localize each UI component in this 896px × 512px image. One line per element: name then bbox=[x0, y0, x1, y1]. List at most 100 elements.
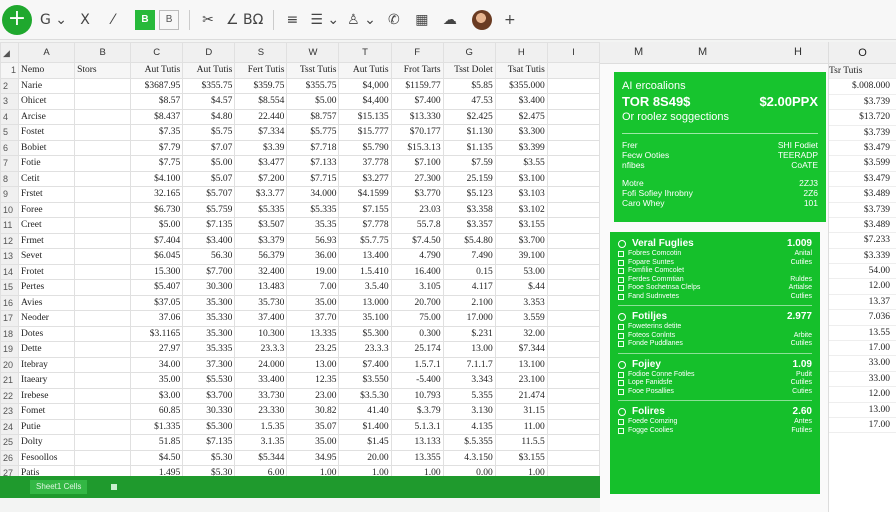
row-number[interactable]: 9 bbox=[0, 186, 20, 203]
cell-name[interactable]: Arcise bbox=[18, 108, 76, 125]
cell-store[interactable] bbox=[74, 418, 132, 435]
cell-name[interactable]: Dolty bbox=[18, 434, 76, 451]
cell-value[interactable]: 51.85 bbox=[130, 434, 184, 451]
side-cell[interactable]: $3.479 bbox=[829, 172, 896, 188]
cell-value[interactable]: 13.133 bbox=[390, 434, 444, 451]
cell-value[interactable]: $15.135 bbox=[338, 108, 392, 125]
cell-value[interactable]: 0.15 bbox=[442, 263, 496, 280]
column-header[interactable]: A bbox=[18, 42, 76, 63]
cell-value[interactable]: Tsst Dolet bbox=[442, 62, 496, 79]
row-header-corner[interactable]: ◢ bbox=[0, 42, 20, 63]
cell-value[interactable]: 3.1.35 bbox=[234, 434, 288, 451]
cell-empty[interactable] bbox=[546, 418, 601, 435]
cell-empty[interactable] bbox=[546, 217, 601, 234]
checkbox-icon[interactable] bbox=[618, 293, 624, 300]
cell-value[interactable]: 35.35 bbox=[286, 217, 340, 234]
column-header[interactable]: D bbox=[182, 42, 236, 63]
cell-value[interactable]: $3687.95 bbox=[130, 77, 184, 94]
cell-value[interactable]: 25.159 bbox=[442, 170, 496, 187]
cell-value[interactable]: $4.100 bbox=[130, 170, 184, 187]
cell-name[interactable]: Frstet bbox=[18, 186, 76, 203]
cell-value[interactable]: $1159.77 bbox=[390, 77, 444, 94]
cell-store[interactable] bbox=[74, 217, 132, 234]
cell-value[interactable]: $5.759 bbox=[182, 201, 236, 218]
cell-value[interactable]: 4.135 bbox=[442, 418, 496, 435]
cell-value[interactable]: $3.5.30 bbox=[338, 387, 392, 404]
column-header[interactable]: W bbox=[286, 42, 340, 63]
cell-name[interactable]: Ohicet bbox=[18, 93, 76, 110]
cell-value[interactable]: $3.357 bbox=[442, 217, 496, 234]
row-number[interactable]: 26 bbox=[0, 449, 20, 466]
column-header[interactable]: G bbox=[442, 42, 496, 63]
column-header[interactable]: C bbox=[130, 42, 184, 63]
cell-value[interactable]: $2.425 bbox=[442, 108, 496, 125]
cell-store[interactable] bbox=[74, 279, 132, 296]
cell-value[interactable]: $3.550 bbox=[338, 372, 392, 389]
side-cell[interactable]: $3.339 bbox=[829, 249, 896, 265]
cell-value[interactable]: 11.00 bbox=[494, 418, 548, 435]
side-cell[interactable]: $3.739 bbox=[829, 95, 896, 111]
row-number[interactable]: 20 bbox=[0, 356, 20, 373]
cell-value[interactable]: $5.30 bbox=[182, 449, 236, 466]
cell-value[interactable]: $7.715 bbox=[286, 170, 340, 187]
row-number[interactable]: 21 bbox=[0, 372, 20, 389]
checkbox-icon[interactable] bbox=[618, 259, 624, 266]
cell-store[interactable] bbox=[74, 294, 132, 311]
cell-value[interactable]: $8.57 bbox=[130, 93, 184, 110]
cell-store[interactable] bbox=[74, 232, 132, 249]
side-cell[interactable]: $3.479 bbox=[829, 141, 896, 157]
person-dropdown[interactable]: ♙ ⌄ bbox=[347, 8, 376, 32]
cell-name[interactable]: Cetit bbox=[18, 170, 76, 187]
cell-value[interactable]: 12.35 bbox=[286, 372, 340, 389]
cell-store[interactable] bbox=[74, 170, 132, 187]
cell-value[interactable]: $4.50 bbox=[130, 449, 184, 466]
cell-store[interactable] bbox=[74, 124, 132, 141]
cell-empty[interactable] bbox=[546, 248, 601, 265]
cell-empty[interactable] bbox=[546, 186, 601, 203]
calculator-icon[interactable]: ▦ bbox=[412, 8, 432, 32]
cell-store[interactable] bbox=[74, 325, 132, 342]
cell-value[interactable]: $355.75 bbox=[182, 77, 236, 94]
cell-value[interactable]: 23.3.3 bbox=[234, 341, 288, 358]
cell-value[interactable]: $4,400 bbox=[338, 93, 392, 110]
cell-value[interactable]: 3.343 bbox=[442, 372, 496, 389]
cloud-icon[interactable]: ☁ bbox=[440, 8, 460, 32]
cell-empty[interactable] bbox=[546, 93, 601, 110]
cell-value[interactable]: $3.00 bbox=[130, 387, 184, 404]
cell-value[interactable]: $3.55 bbox=[494, 155, 548, 172]
phone-icon[interactable]: ✆ bbox=[384, 8, 404, 32]
column-header[interactable]: S bbox=[234, 42, 288, 63]
cell-store[interactable] bbox=[74, 403, 132, 420]
cell-value[interactable]: 31.15 bbox=[494, 403, 548, 420]
cell-value[interactable]: $6.045 bbox=[130, 248, 184, 265]
cell-value[interactable]: $3.100 bbox=[494, 170, 548, 187]
side-cell[interactable]: 33.00 bbox=[829, 356, 896, 372]
cell-value[interactable]: 0.300 bbox=[390, 325, 444, 342]
cell-value[interactable]: 3.105 bbox=[390, 279, 444, 296]
cell-value[interactable]: 55.7.8 bbox=[390, 217, 444, 234]
cell-name[interactable]: Itaeary bbox=[18, 372, 76, 389]
cell-value[interactable]: 36.00 bbox=[286, 248, 340, 265]
align-icon[interactable]: ≡ bbox=[282, 8, 302, 32]
cell-value[interactable]: $5.00 bbox=[130, 217, 184, 234]
cell-value[interactable]: $7.135 bbox=[182, 434, 236, 451]
section-header[interactable]: Fojiey 1.09 bbox=[618, 359, 812, 371]
cell-value[interactable]: $3.155 bbox=[494, 449, 548, 466]
cell-value[interactable]: $7.133 bbox=[286, 155, 340, 172]
cell-value[interactable]: 37.300 bbox=[182, 356, 236, 373]
cell-empty[interactable] bbox=[546, 356, 601, 373]
cell-value[interactable]: 23.25 bbox=[286, 341, 340, 358]
suggestion-item[interactable]: Fogge Coolies Futiles bbox=[618, 427, 812, 436]
suggestion-item[interactable]: Fobres Comcotin Anital bbox=[618, 250, 812, 259]
cell-value[interactable]: 23.330 bbox=[234, 403, 288, 420]
checkbox-icon[interactable] bbox=[618, 332, 624, 339]
side-cell[interactable]: 54.00 bbox=[829, 264, 896, 280]
cell-empty[interactable] bbox=[546, 263, 601, 280]
suggestion-item[interactable]: Lope Fanidsfe Cutiles bbox=[618, 379, 812, 388]
side-cell[interactable]: $.008.000 bbox=[829, 79, 896, 95]
cell-empty[interactable] bbox=[546, 449, 601, 466]
cell-empty[interactable] bbox=[546, 279, 601, 296]
cell-value[interactable]: 13.00 bbox=[442, 341, 496, 358]
cell-value[interactable]: $3.399 bbox=[494, 139, 548, 156]
cell-value[interactable]: $7.700 bbox=[182, 263, 236, 280]
